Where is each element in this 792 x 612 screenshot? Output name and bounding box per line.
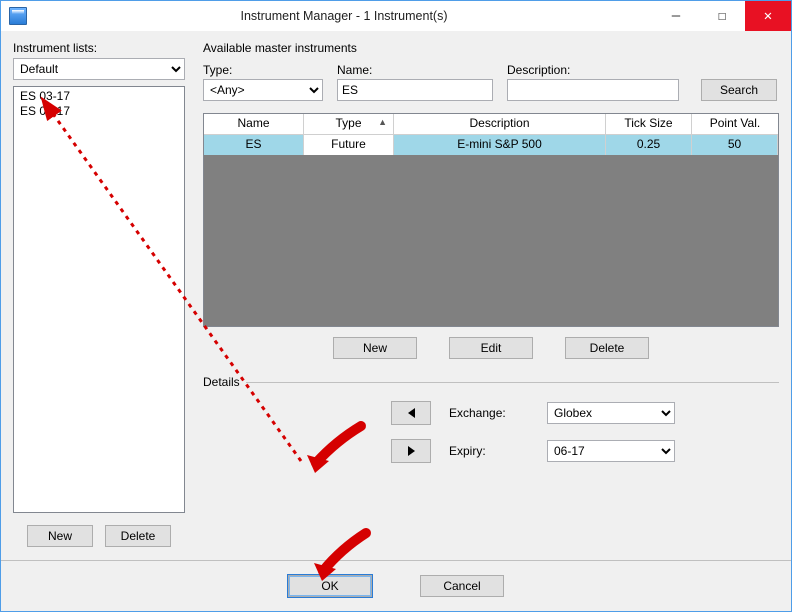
exchange-select[interactable]: Globex: [547, 402, 675, 424]
instrument-delete-button[interactable]: Delete: [565, 337, 649, 359]
description-input[interactable]: [507, 79, 679, 101]
triangle-right-icon: [408, 446, 415, 456]
cancel-button[interactable]: Cancel: [420, 575, 504, 597]
list-item[interactable]: ES 03-17: [16, 89, 182, 104]
col-description[interactable]: Description: [394, 114, 606, 134]
cell-point-value: 50: [692, 135, 778, 155]
table-row[interactable]: ES Future E-mini S&P 500 0.25 50: [204, 135, 778, 155]
instrument-edit-button[interactable]: Edit: [449, 337, 533, 359]
name-input[interactable]: [337, 79, 493, 101]
exchange-label: Exchange:: [449, 406, 529, 420]
ok-button[interactable]: OK: [288, 575, 372, 597]
remove-from-list-button[interactable]: [391, 439, 431, 463]
sort-asc-icon: ▲: [378, 117, 387, 127]
name-label: Name:: [337, 63, 493, 77]
window-title: Instrument Manager - 1 Instrument(s): [35, 9, 653, 23]
window: Instrument Manager - 1 Instrument(s) — ☐…: [0, 0, 792, 612]
app-icon: [9, 7, 27, 25]
expiry-label: Expiry:: [449, 444, 529, 458]
instrument-lists-label: Instrument lists:: [13, 41, 185, 55]
titlebar: Instrument Manager - 1 Instrument(s) — ☐…: [1, 1, 791, 32]
col-name[interactable]: Name: [204, 114, 304, 134]
instrument-new-button[interactable]: New: [333, 337, 417, 359]
type-select[interactable]: <Any>: [203, 79, 323, 101]
cell-description: E-mini S&P 500: [394, 135, 606, 155]
cell-tick-size: 0.25: [606, 135, 692, 155]
results-grid[interactable]: Name Type▲ Description Tick Size Point V…: [203, 113, 779, 327]
instrument-listbox[interactable]: ES 03-17 ES 06-17: [13, 86, 185, 513]
add-to-list-button[interactable]: [391, 401, 431, 425]
client-area: Instrument lists: Default ES 03-17 ES 06…: [1, 31, 791, 611]
triangle-left-icon: [408, 408, 415, 418]
dialog-footer: OK Cancel: [1, 560, 791, 611]
divider: [246, 382, 779, 383]
type-label: Type:: [203, 63, 323, 77]
col-point-value[interactable]: Point Val.: [692, 114, 778, 134]
master-instruments-panel: Available master instruments Type: <Any>…: [203, 41, 779, 547]
instrument-list-select[interactable]: Default: [13, 58, 185, 80]
filter-row: Type: <Any> Name: Description: Search: [203, 63, 779, 101]
list-item[interactable]: ES 06-17: [16, 104, 182, 119]
cell-type: Future: [304, 135, 394, 155]
grid-header: Name Type▲ Description Tick Size Point V…: [204, 114, 778, 135]
list-new-button[interactable]: New: [27, 525, 93, 547]
minimize-button[interactable]: —: [653, 1, 699, 31]
maximize-button[interactable]: ☐: [699, 1, 745, 31]
available-instruments-label: Available master instruments: [203, 41, 779, 55]
search-button[interactable]: Search: [701, 79, 777, 101]
instrument-lists-panel: Instrument lists: Default ES 03-17 ES 06…: [13, 41, 185, 547]
expiry-select[interactable]: 06-17: [547, 440, 675, 462]
cell-name: ES: [204, 135, 304, 155]
description-label: Description:: [507, 63, 679, 77]
col-type[interactable]: Type▲: [304, 114, 394, 134]
grid-body: ES Future E-mini S&P 500 0.25 50: [204, 135, 778, 326]
details-grid: Exchange: Globex Expiry: 06-17: [263, 401, 779, 463]
window-buttons: — ☐ ✕: [653, 1, 791, 31]
details-header: Details: [203, 375, 779, 389]
close-button[interactable]: ✕: [745, 1, 791, 31]
col-tick-size[interactable]: Tick Size: [606, 114, 692, 134]
list-delete-button[interactable]: Delete: [105, 525, 171, 547]
details-label: Details: [203, 375, 240, 389]
